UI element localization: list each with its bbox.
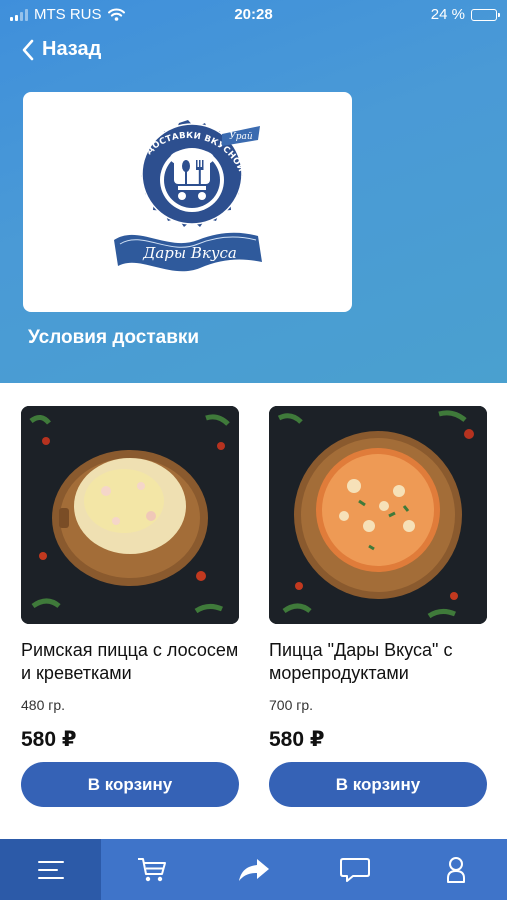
product-weight: 480 гр. <box>21 697 66 713</box>
battery-percent: 24 % <box>430 6 465 23</box>
tab-bar <box>0 839 507 900</box>
store-logo: СЛУЖБА ДОСТАВКИ ВКУСНОЙ ЕДЫ Дары Вкуса У… <box>108 112 262 272</box>
product-name: Римская пицца с лососем и креветками <box>21 640 239 683</box>
add-to-cart-button[interactable]: В корзину <box>269 762 487 807</box>
chat-icon <box>339 857 370 882</box>
product-photo[interactable] <box>269 406 487 624</box>
product-price: 580 ₽ <box>269 728 325 751</box>
delivery-terms-link[interactable]: Условия доставки <box>28 327 199 349</box>
logo-ribbon-text: Дары Вкуса <box>142 244 237 262</box>
tab-profile[interactable] <box>406 839 507 900</box>
store-logo-card: СЛУЖБА ДОСТАВКИ ВКУСНОЙ ЕДЫ Дары Вкуса У… <box>23 92 352 312</box>
product-name: Пицца "Дары Вкуса" с морепродуктами <box>269 640 453 683</box>
logo-corner-text: Урай <box>229 132 253 142</box>
tab-menu[interactable] <box>0 839 102 900</box>
menu-icon <box>37 860 64 879</box>
product-price: 580 ₽ <box>21 728 77 751</box>
tab-share[interactable] <box>203 839 304 900</box>
add-to-cart-button[interactable]: В корзину <box>21 762 239 807</box>
tab-cart[interactable] <box>101 839 202 900</box>
profile-icon <box>447 856 466 883</box>
back-button[interactable]: Назад <box>22 38 101 61</box>
status-bar: MTS RUS 20:28 24 % <box>0 0 507 30</box>
battery-icon <box>471 8 500 21</box>
cart-icon <box>138 857 167 881</box>
product-photo[interactable] <box>21 406 239 624</box>
chevron-left-icon <box>22 39 34 60</box>
product-weight: 700 гр. <box>269 697 314 713</box>
tab-chat[interactable] <box>304 839 405 900</box>
back-label: Назад <box>42 38 102 60</box>
product-card: Пицца "Дары Вкуса" с морепродуктами 700 … <box>269 406 487 807</box>
product-card: Римская пицца с лососем и креветками 480… <box>21 406 239 807</box>
share-icon <box>238 858 269 881</box>
